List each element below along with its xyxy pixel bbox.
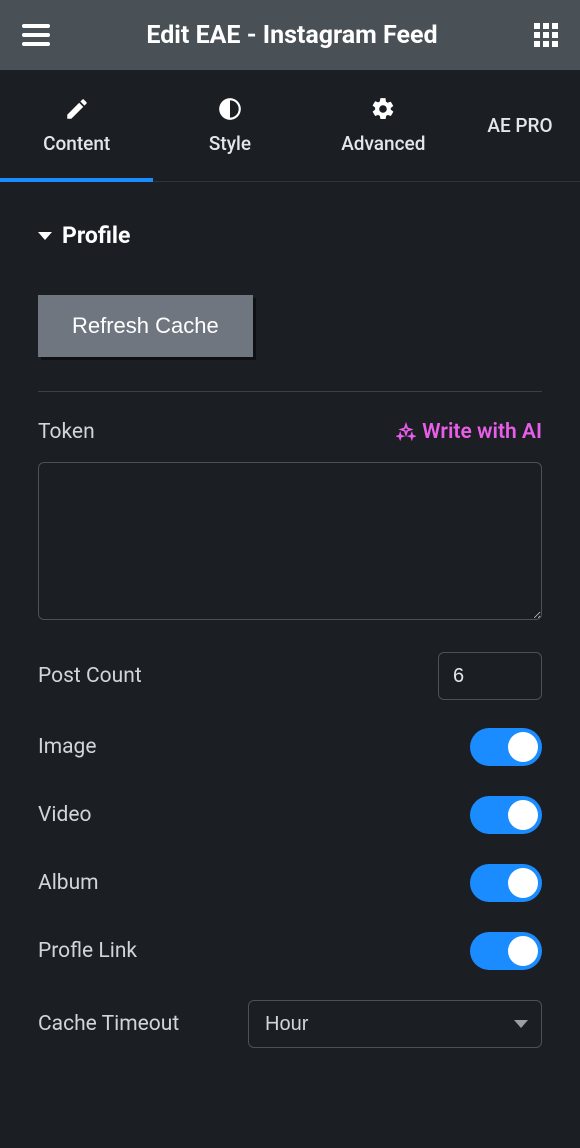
post-count-row: Post Count — [38, 652, 542, 700]
album-row: Album — [38, 864, 542, 902]
caret-down-icon — [38, 232, 52, 240]
gear-icon — [370, 96, 396, 122]
album-label: Album — [38, 871, 99, 895]
topbar: Edit EAE - Instagram Feed — [0, 0, 580, 70]
token-input[interactable] — [38, 462, 542, 620]
tab-aepro-label: AE PRO — [487, 114, 552, 137]
tab-advanced[interactable]: Advanced — [307, 70, 460, 181]
section-header-profile[interactable]: Profile — [38, 222, 542, 249]
profile-link-row: Profle Link — [38, 932, 542, 970]
divider — [38, 391, 542, 392]
grid-icon[interactable] — [534, 23, 558, 47]
album-toggle[interactable] — [470, 864, 542, 902]
tab-advanced-label: Advanced — [341, 132, 425, 155]
cache-timeout-select[interactable]: Hour — [248, 1000, 542, 1048]
cache-timeout-row: Cache Timeout Hour — [38, 1000, 542, 1048]
tab-content-label: Content — [43, 132, 110, 155]
video-label: Video — [38, 803, 91, 827]
post-count-label: Post Count — [38, 664, 142, 688]
profile-link-label: Profle Link — [38, 939, 137, 963]
image-toggle[interactable] — [470, 728, 542, 766]
cache-timeout-label: Cache Timeout — [38, 1012, 179, 1036]
profile-link-toggle[interactable] — [470, 932, 542, 970]
write-with-ai-link[interactable]: Write with AI — [396, 420, 542, 444]
page-title: Edit EAE - Instagram Feed — [146, 21, 437, 50]
tab-style[interactable]: Style — [153, 70, 306, 181]
post-count-input[interactable] — [438, 652, 542, 700]
video-toggle[interactable] — [470, 796, 542, 834]
write-with-ai-label: Write with AI — [422, 420, 542, 444]
image-label: Image — [38, 735, 96, 759]
sparkle-icon — [396, 422, 416, 442]
cache-timeout-select-wrap: Hour — [248, 1000, 542, 1048]
section-title: Profile — [62, 222, 130, 249]
pencil-icon — [64, 96, 90, 122]
tab-aepro[interactable]: AE PRO — [460, 70, 580, 181]
refresh-cache-button[interactable]: Refresh Cache — [38, 295, 253, 357]
image-row: Image — [38, 728, 542, 766]
contrast-icon — [217, 96, 243, 122]
tabs-bar: Content Style Advanced AE PRO — [0, 70, 580, 182]
video-row: Video — [38, 796, 542, 834]
token-label: Token — [38, 420, 95, 444]
tab-content[interactable]: Content — [0, 70, 153, 181]
menu-icon[interactable] — [22, 24, 50, 46]
token-row: Token Write with AI — [38, 420, 542, 444]
tab-style-label: Style — [209, 132, 251, 155]
panel: Profile Refresh Cache Token Write with A… — [0, 182, 580, 1048]
